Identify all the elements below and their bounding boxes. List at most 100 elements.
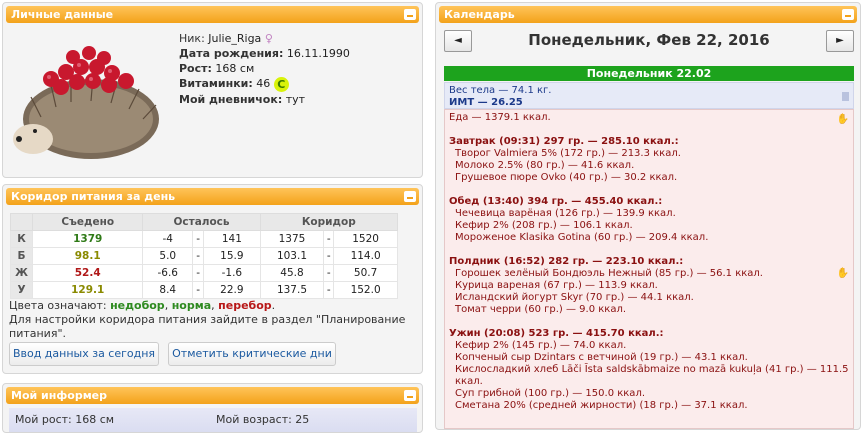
personal-info: Ник: Julie_Riga ♀ Дата рождения: 16.11.1… — [179, 31, 350, 107]
table-row: К 1379 -4-141 1375-1520 — [10, 230, 398, 248]
meal-item: Творог Valmiera 5% (172 гр.) — 213.3 кка… — [455, 148, 681, 159]
diary-link[interactable]: тут — [286, 93, 305, 106]
meal-item: Копченый сыр Dzintars с ветчиной (19 гр.… — [455, 352, 748, 363]
informer-body: Мой рост: 168 см Мой возраст: 25 — [9, 408, 417, 432]
corridor-min: 1375 — [259, 230, 325, 248]
diary-label: Мой дневничок: — [179, 92, 283, 106]
corridor-title: Коридор питания за день — [11, 190, 176, 203]
corridor-min: 103.1 — [259, 247, 325, 265]
informer-title: Мой информер — [11, 389, 108, 402]
corridor-max: 50.7 — [333, 264, 398, 282]
eaten-value: 52.4 — [31, 264, 144, 282]
height-value: 168 см — [215, 62, 255, 75]
corner-cell — [10, 213, 33, 231]
meal-item: Сметана 20% (средней жирности) (18 гр.) … — [455, 400, 748, 411]
calendar-header: Календарь — [439, 6, 857, 23]
dash: - — [192, 230, 205, 248]
table-row: Б 98.1 5.0-15.9 103.1-114.0 — [10, 247, 398, 265]
row-label: У — [10, 281, 33, 299]
minimize-icon[interactable] — [404, 9, 416, 20]
nick-value[interactable]: Julie_Riga — [208, 32, 261, 45]
remaining-max: 141 — [203, 230, 261, 248]
bmi-line: ИМТ — 26.25 — [449, 97, 523, 108]
eaten-value: 98.1 — [31, 247, 144, 265]
nick-label: Ник: — [179, 32, 205, 45]
eaten-value: 129.1 — [31, 281, 144, 299]
mark-critical-days-button[interactable]: Отметить критические дни — [168, 342, 336, 366]
remaining-max: 15.9 — [203, 247, 261, 265]
vitamins-value: 46 — [256, 77, 271, 90]
legend-under: недобор — [110, 299, 165, 312]
eaten-value: 1379 — [31, 230, 144, 248]
dash: - — [323, 247, 335, 265]
next-day-button[interactable]: ► — [826, 30, 854, 52]
corridor-max: 152.0 — [333, 281, 398, 299]
col-eaten: Съедено — [31, 213, 144, 231]
remaining-min: 8.4 — [142, 281, 194, 299]
corridor-table: Съедено Осталось Коридор К 1379 -4-141 1… — [10, 213, 399, 299]
table-row: Ж 52.4 -6.6- -1.6 45.8-50.7 — [10, 264, 398, 282]
minimize-icon[interactable] — [842, 9, 854, 20]
dash: - — [323, 230, 335, 248]
food-box: Еда — 1379.1 ккал. ✋ ✋ Завтрак (09:31) 2… — [444, 109, 854, 429]
corridor-max: 114.0 — [333, 247, 398, 265]
remaining-min: 5.0 — [142, 247, 194, 265]
enter-today-data-button[interactable]: Ввод данных за сегодня — [9, 342, 159, 366]
birth-value: 16.11.1990 — [286, 47, 350, 60]
meal-item: Грушевое пюре Ovko (40 гр.) — 30.2 ккал. — [455, 172, 678, 183]
calendar-panel: Календарь ◄ Понедельник, Фев 22, 2016 ► … — [435, 2, 861, 430]
row-label: Б — [10, 247, 33, 265]
vitamins-label: Витаминки: — [179, 77, 253, 90]
minimize-icon[interactable] — [404, 390, 416, 401]
weight-box: Вес тела — 74.1 кг. ИМТ — 26.25 — [444, 82, 854, 109]
corridor-settings-hint: Для настройки коридора питания зайдите в… — [9, 313, 406, 340]
dash: - — [323, 281, 335, 299]
meal-header: Полдник (16:52) 282 гр. — 223.10 ккал.: — [449, 256, 684, 267]
row-label: К — [10, 230, 33, 248]
birth-label: Дата рождения: — [179, 47, 284, 60]
meal-item: Томат черри (60 гр.) — 9.0 ккал. — [455, 304, 627, 315]
weight-line: Вес тела — 74.1 кг. — [449, 85, 552, 96]
meal-item: Кефир 2% (208 гр.) — 106.1 ккал. — [455, 220, 633, 231]
nutrition-corridor-panel: Коридор питания за день Съедено Осталось… — [2, 184, 423, 374]
legend-prefix: Цвета означают: — [9, 299, 107, 312]
meal-item: Молоко 2.5% (80 гр.) — 41.6 ккал. — [455, 160, 635, 171]
informer-header: Мой информер — [6, 387, 419, 404]
food-total: Еда — 1379.1 ккал. — [449, 112, 551, 123]
col-corridor: Коридор — [259, 213, 399, 231]
corridor-max: 1520 — [333, 230, 398, 248]
meal-item: Кислосладкий хлеб Lāči Īsta saldskābmaiz… — [455, 364, 849, 387]
female-icon: ♀ — [264, 32, 273, 45]
hand-icon[interactable]: ✋ — [837, 268, 849, 280]
height-label: Рост: — [179, 62, 212, 75]
personal-data-title: Личные данные — [11, 8, 114, 21]
corridor-min: 137.5 — [259, 281, 325, 299]
dash: - — [192, 264, 205, 282]
day-bar: Понедельник 22.02 — [444, 66, 854, 81]
remaining-min: -6.6 — [142, 264, 194, 282]
calendar-date: Понедельник, Фев 22, 2016 — [528, 31, 770, 49]
meal-item: Кефир 2% (145 гр.) — 74.0 ккал. — [455, 340, 627, 351]
remaining-min: -4 — [142, 230, 194, 248]
prev-day-button[interactable]: ◄ — [444, 30, 472, 52]
corridor-min: 45.8 — [259, 264, 325, 282]
minimize-icon[interactable] — [404, 191, 416, 202]
meal-item: Чечевица варёная (126 гр.) — 139.9 ккал. — [455, 208, 676, 219]
informer-age: Мой возраст: 25 — [216, 413, 310, 426]
corridor-header: Коридор питания за день — [6, 188, 419, 205]
meal-item: Мороженое Klasika Gotina (60 гр.) — 209.… — [455, 232, 709, 243]
personal-data-panel: Личные данные Ник: Julie_Riga ♀ Дата рож… — [2, 2, 423, 178]
table-row: У 129.1 8.4-22.9 137.5-152.0 — [10, 281, 398, 299]
legend-norm: норма — [171, 299, 212, 312]
meal-header: Завтрак (09:31) 297 гр. — 285.10 ккал.: — [449, 136, 679, 147]
calendar-title: Календарь — [444, 8, 515, 21]
vitamin-badge-icon[interactable]: C — [273, 76, 289, 92]
personal-data-header: Личные данные — [6, 6, 419, 23]
hand-icon[interactable]: ✋ — [837, 114, 849, 126]
row-label: Ж — [10, 264, 33, 282]
informer-panel: Мой информер Мой рост: 168 см Мой возрас… — [2, 383, 423, 433]
meal-item: Курица вареная (67 гр.) — 113.9 ккал. — [455, 280, 658, 291]
remaining-max: -1.6 — [203, 264, 261, 282]
remaining-max: 22.9 — [203, 281, 261, 299]
note-icon[interactable] — [842, 92, 849, 101]
